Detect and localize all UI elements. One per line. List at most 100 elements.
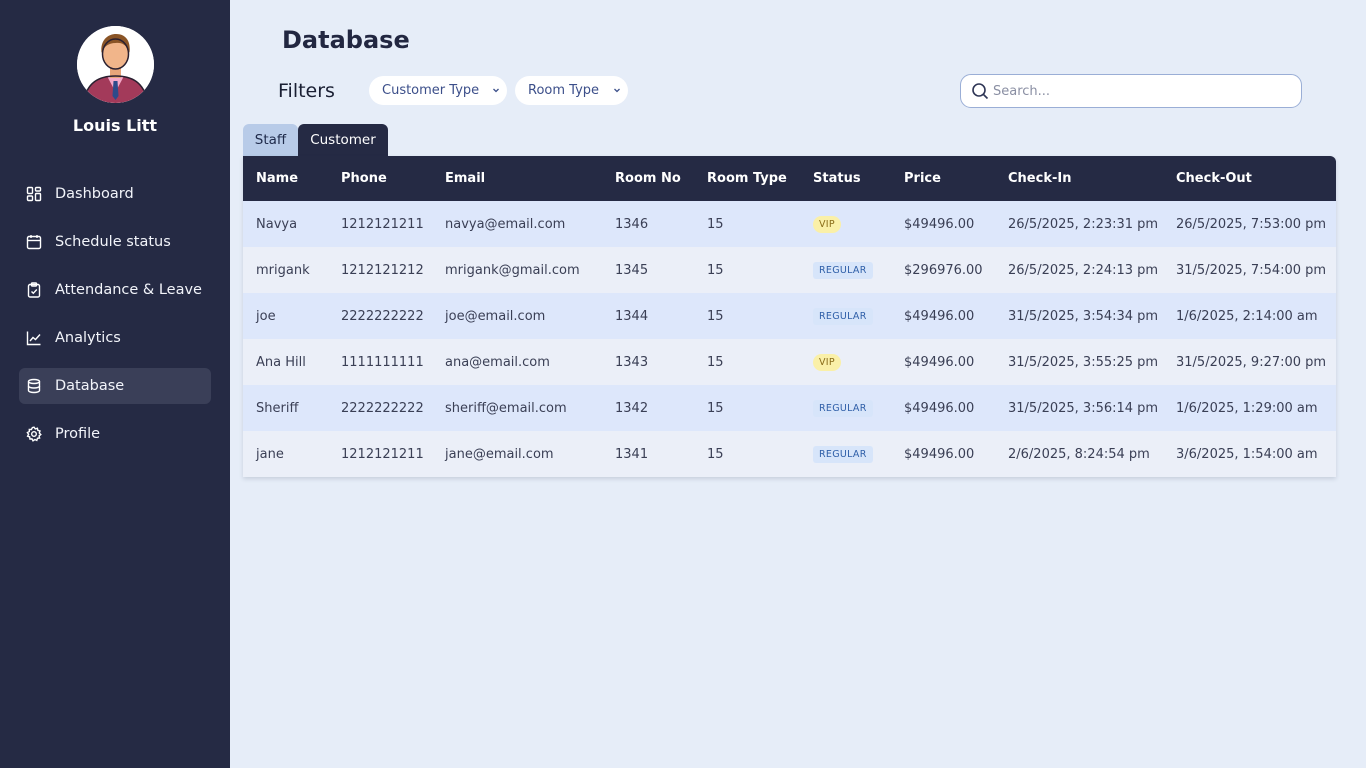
sidebar-item-label: Schedule status bbox=[55, 234, 171, 250]
column-header-name[interactable]: Name bbox=[243, 156, 328, 201]
cell-price: $49496.00 bbox=[904, 308, 975, 324]
table-header-row: Name Phone Email Room No Room Type Statu… bbox=[243, 156, 1336, 201]
tab-customer[interactable]: Customer bbox=[298, 124, 388, 156]
cell-phone: 2222222222 bbox=[341, 308, 424, 324]
cell-check-in: 2/6/2025, 8:24:54 pm bbox=[1008, 446, 1150, 462]
cell-status: REGULAR bbox=[800, 431, 891, 477]
cell-status: REGULAR bbox=[800, 293, 891, 339]
column-header-room-no[interactable]: Room No bbox=[602, 156, 694, 201]
sidebar-item-dashboard[interactable]: Dashboard bbox=[19, 176, 211, 212]
status-badge: REGULAR bbox=[813, 399, 873, 417]
cell-check-out: 31/5/2025, 7:54:00 pm bbox=[1176, 262, 1327, 278]
cell-check-in: 26/5/2025, 2:24:13 pm bbox=[1008, 262, 1159, 278]
avatar[interactable] bbox=[77, 26, 154, 103]
cell-check-in: 31/5/2025, 3:55:25 pm bbox=[1008, 354, 1159, 370]
clipboard-check-icon bbox=[26, 282, 42, 298]
cell-room-type: 15 bbox=[707, 446, 724, 462]
column-header-price[interactable]: Price bbox=[891, 156, 995, 201]
sidebar-item-label: Database bbox=[55, 378, 125, 394]
table-row[interactable]: Sheriff 2222222222 sheriff@email.com 134… bbox=[243, 385, 1336, 431]
cell-name: jane bbox=[256, 446, 284, 462]
cell-room-no: 1346 bbox=[615, 216, 649, 232]
status-badge: VIP bbox=[813, 353, 841, 371]
cell-room-type: 15 bbox=[707, 354, 724, 370]
cell-phone: 1212121211 bbox=[341, 446, 424, 462]
cell-name: Ana Hill bbox=[256, 354, 306, 370]
search-input[interactable] bbox=[993, 80, 1293, 102]
cell-status: REGULAR bbox=[800, 247, 891, 293]
cell-name: mrigank bbox=[256, 262, 310, 278]
column-header-check-in[interactable]: Check-In bbox=[995, 156, 1163, 201]
cell-price: $49496.00 bbox=[904, 446, 975, 462]
filters-label: Filters bbox=[278, 80, 335, 102]
column-header-phone[interactable]: Phone bbox=[328, 156, 432, 201]
sidebar-item-database[interactable]: Database bbox=[19, 368, 211, 404]
page-title: Database bbox=[282, 26, 410, 54]
sidebar-item-label: Profile bbox=[55, 426, 101, 442]
cell-status: VIP bbox=[800, 339, 891, 385]
cell-room-type: 15 bbox=[707, 216, 724, 232]
cell-check-in: 31/5/2025, 3:56:14 pm bbox=[1008, 400, 1159, 416]
database-icon bbox=[26, 378, 42, 394]
sidebar-item-schedule-status[interactable]: Schedule status bbox=[19, 224, 211, 260]
cell-status: REGULAR bbox=[800, 385, 891, 431]
cell-room-type: 15 bbox=[707, 400, 724, 416]
sidebar-item-analytics[interactable]: Analytics bbox=[19, 320, 211, 356]
cell-price: $49496.00 bbox=[904, 216, 975, 232]
cell-name: Sheriff bbox=[256, 400, 299, 416]
status-badge: VIP bbox=[813, 215, 841, 233]
table-row[interactable]: mrigank 1212121212 mrigank@gmail.com 134… bbox=[243, 247, 1336, 293]
cell-email: jane@email.com bbox=[445, 446, 554, 462]
cell-price: $49496.00 bbox=[904, 400, 975, 416]
cell-email: ana@email.com bbox=[445, 354, 550, 370]
sidebar-item-attendance-leave[interactable]: Attendance & Leave bbox=[19, 272, 211, 308]
sidebar-item-label: Dashboard bbox=[55, 186, 134, 202]
cell-phone: 1111111111 bbox=[341, 354, 424, 370]
cell-price: $49496.00 bbox=[904, 354, 975, 370]
sidebar-item-label: Attendance & Leave bbox=[55, 282, 202, 298]
table-row[interactable]: jane 1212121211 jane@email.com 1341 15 R… bbox=[243, 431, 1336, 477]
room-type-select[interactable]: Room Type bbox=[515, 76, 628, 105]
table-row[interactable]: Ana Hill 1111111111 ana@email.com 1343 1… bbox=[243, 339, 1336, 385]
status-badge: REGULAR bbox=[813, 307, 873, 325]
cell-name: Navya bbox=[256, 216, 298, 232]
cell-check-in: 31/5/2025, 3:54:34 pm bbox=[1008, 308, 1159, 324]
search-box bbox=[960, 74, 1302, 108]
cell-phone: 2222222222 bbox=[341, 400, 424, 416]
status-badge: REGULAR bbox=[813, 261, 873, 279]
cell-room-no: 1342 bbox=[615, 400, 649, 416]
cell-check-out: 1/6/2025, 2:14:00 am bbox=[1176, 308, 1318, 324]
cell-room-no: 1343 bbox=[615, 354, 649, 370]
cell-check-out: 31/5/2025, 9:27:00 pm bbox=[1176, 354, 1327, 370]
customer-table: Name Phone Email Room No Room Type Statu… bbox=[243, 156, 1336, 477]
table-row[interactable]: joe 2222222222 joe@email.com 1344 15 REG… bbox=[243, 293, 1336, 339]
cell-room-type: 15 bbox=[707, 262, 724, 278]
cell-status: VIP bbox=[800, 201, 891, 247]
cell-check-out: 1/6/2025, 1:29:00 am bbox=[1176, 400, 1318, 416]
tab-staff[interactable]: Staff bbox=[243, 124, 298, 156]
cell-email: navya@email.com bbox=[445, 216, 566, 232]
column-header-check-out[interactable]: Check-Out bbox=[1163, 156, 1336, 201]
cell-check-out: 3/6/2025, 1:54:00 am bbox=[1176, 446, 1318, 462]
cell-name: joe bbox=[256, 308, 276, 324]
room-type-select-value: Room Type bbox=[528, 83, 600, 98]
table-row[interactable]: Navya 1212121211 navya@email.com 1346 15… bbox=[243, 201, 1336, 247]
calendar-icon bbox=[26, 234, 42, 250]
line-chart-icon bbox=[26, 330, 42, 346]
cell-price: $296976.00 bbox=[904, 262, 983, 278]
cell-room-no: 1344 bbox=[615, 308, 649, 324]
cell-phone: 1212121212 bbox=[341, 262, 424, 278]
customer-type-select[interactable]: Customer Type bbox=[369, 76, 507, 105]
cell-room-type: 15 bbox=[707, 308, 724, 324]
cell-room-no: 1345 bbox=[615, 262, 649, 278]
column-header-email[interactable]: Email bbox=[432, 156, 602, 201]
column-header-room-type[interactable]: Room Type bbox=[694, 156, 800, 201]
column-header-status[interactable]: Status bbox=[800, 156, 891, 201]
cell-check-out: 26/5/2025, 7:53:00 pm bbox=[1176, 216, 1327, 232]
status-badge: REGULAR bbox=[813, 445, 873, 463]
sidebar-item-profile[interactable]: Profile bbox=[19, 416, 211, 452]
cell-email: sheriff@email.com bbox=[445, 400, 567, 416]
chevron-down-icon bbox=[612, 84, 622, 96]
search-icon[interactable] bbox=[971, 82, 989, 100]
cell-email: joe@email.com bbox=[445, 308, 546, 324]
